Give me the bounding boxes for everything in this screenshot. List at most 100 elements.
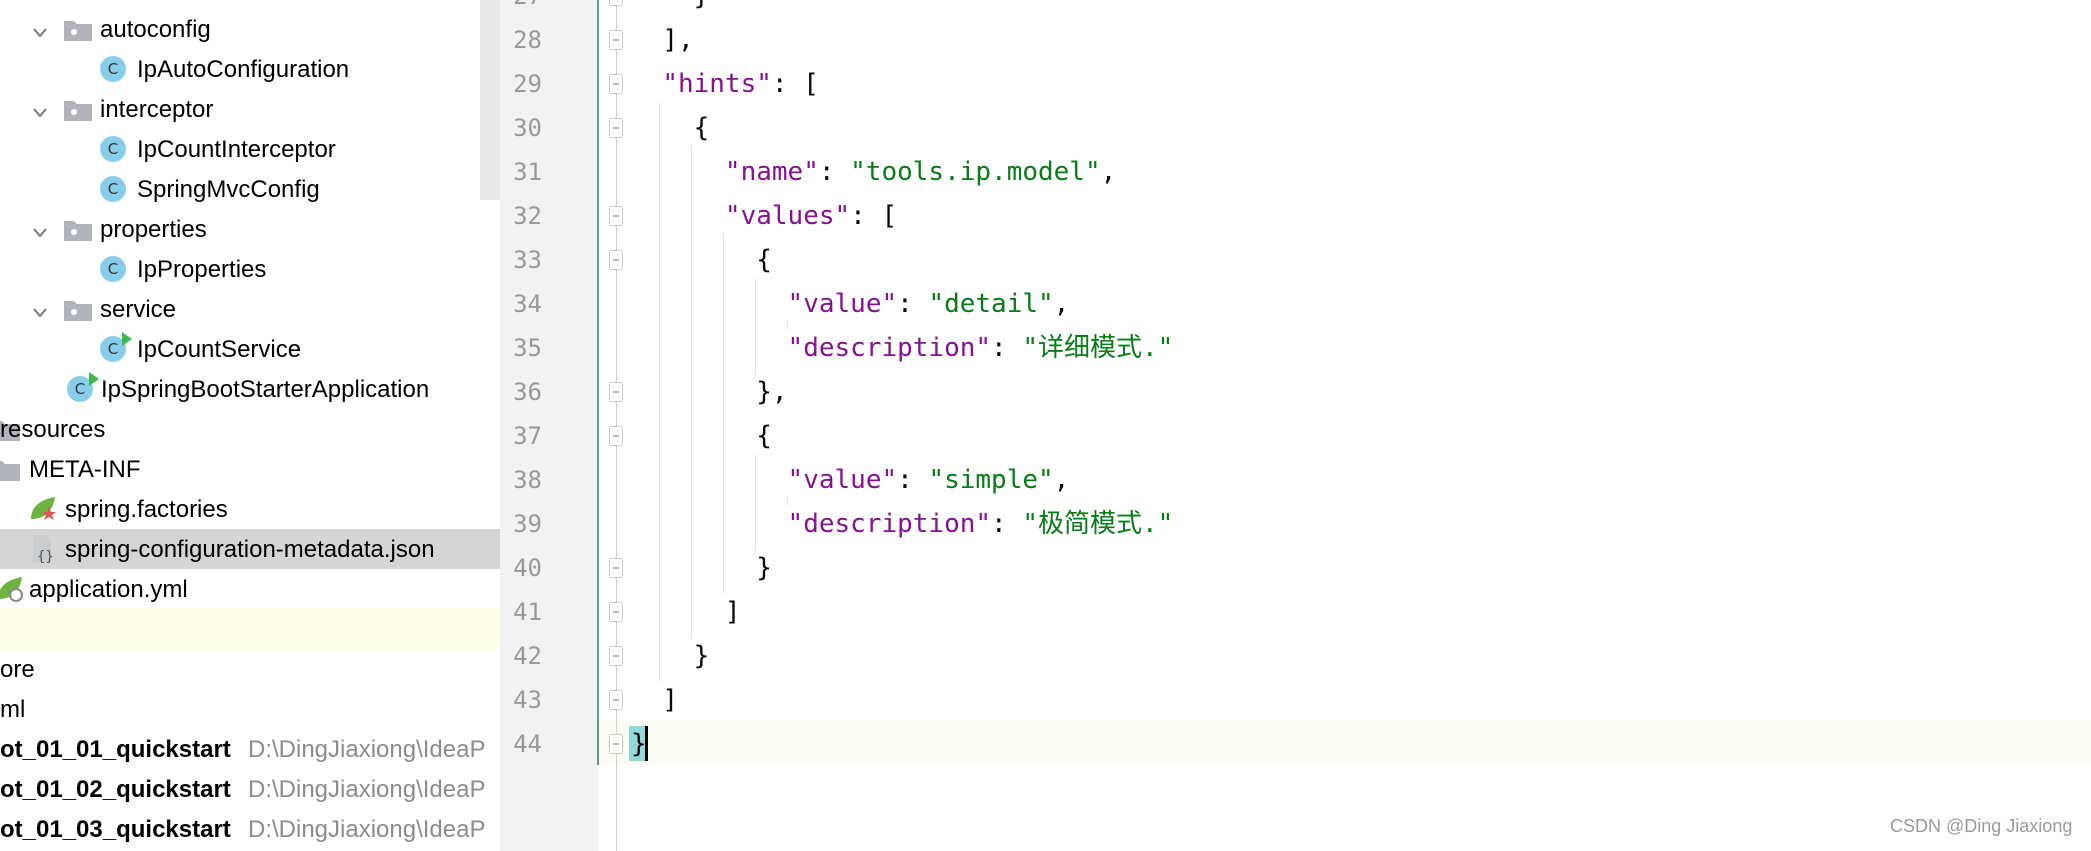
folder-icon xyxy=(64,299,92,321)
code-line[interactable]: } xyxy=(631,546,772,590)
spring-boot-class-icon: C xyxy=(67,372,99,402)
project-path: D:\DingJiaxiong\IdeaP xyxy=(248,736,486,763)
tree-item[interactable]: resources xyxy=(0,409,500,449)
tree-item-label: SpringMvcConfig xyxy=(137,176,320,203)
tree-item-label: interceptor xyxy=(100,96,214,123)
tree-item[interactable]: C IpProperties xyxy=(0,249,500,289)
code-line[interactable]: "value": "simple", xyxy=(631,458,1070,502)
project-item[interactable]: ot_01_02_quickstart D:\DingJiaxiong\IdeaP xyxy=(0,769,500,809)
tree-item[interactable]: autoconfig xyxy=(0,9,500,49)
tree-item[interactable]: ore xyxy=(0,649,500,689)
sidebar-scrollbar[interactable] xyxy=(480,0,500,200)
project-path: D:\DingJiaxiong\IdeaP xyxy=(248,776,486,803)
code-line[interactable]: "value": "detail", xyxy=(631,282,1070,326)
watermark: CSDN @Ding Jiaxiong xyxy=(1890,816,2073,836)
chevron-down-icon[interactable] xyxy=(32,298,47,318)
fold-marker-icon[interactable] xyxy=(609,0,623,6)
project-item[interactable]: ot_01_01_quickstart D:\DingJiaxiong\IdeaP xyxy=(0,729,500,769)
indent-guide xyxy=(787,498,788,506)
json-key: "values" xyxy=(724,201,851,231)
tree-item[interactable]: C IpAutoConfiguration xyxy=(0,49,500,89)
line-number: 28 xyxy=(513,26,542,54)
punctuation: ], xyxy=(662,25,694,55)
project-item[interactable]: ot_01_03_quickstart D:\DingJiaxiong\IdeaP xyxy=(0,809,500,849)
indent-guide xyxy=(723,234,724,594)
indent-guide xyxy=(755,278,756,374)
json-string: "detail" xyxy=(928,289,1054,319)
tree-item[interactable]: interceptor xyxy=(0,89,500,129)
tree-item[interactable]: META-INF xyxy=(0,449,500,489)
json-file-icon: {} xyxy=(29,533,57,565)
line-number: 34 xyxy=(513,290,542,318)
project-name: ot_01_02_quickstart xyxy=(0,776,231,803)
fold-marker-icon[interactable] xyxy=(609,74,623,94)
code-line[interactable]: "description": "极简模式." xyxy=(631,502,1174,546)
code-line[interactable]: "hints": [ xyxy=(631,62,819,106)
chevron-down-icon[interactable] xyxy=(32,218,47,238)
tree-item[interactable]: C IpCountInterceptor xyxy=(0,129,500,169)
fold-marker-icon[interactable] xyxy=(609,558,623,578)
fold-marker-icon[interactable] xyxy=(609,206,623,226)
code-line[interactable]: ] xyxy=(631,590,741,634)
line-number: 30 xyxy=(513,114,542,142)
tree-item-label: ore xyxy=(0,656,35,683)
svg-text:{}: {} xyxy=(37,549,54,565)
fold-marker-icon[interactable] xyxy=(609,690,623,710)
fold-marker-icon[interactable] xyxy=(609,426,623,446)
code-line[interactable]: ] xyxy=(631,678,678,722)
punctuation: : [ xyxy=(771,69,819,99)
code-line[interactable]: { xyxy=(631,106,710,150)
code-line[interactable]: } xyxy=(631,634,710,678)
fold-marker-icon[interactable] xyxy=(609,646,623,666)
tree-item[interactable]: {} spring-configuration-metadata.json xyxy=(0,529,500,569)
tree-item[interactable] xyxy=(0,608,500,650)
punctuation: } xyxy=(693,641,710,671)
fold-marker-icon[interactable] xyxy=(609,734,623,754)
fold-marker-icon[interactable] xyxy=(609,382,623,402)
chevron-down-icon[interactable] xyxy=(32,18,47,38)
folder-icon xyxy=(64,99,92,121)
tree-item[interactable]: C SpringMvcConfig xyxy=(0,169,500,209)
tree-item-label: IpCountInterceptor xyxy=(137,136,336,163)
fold-marker-icon[interactable] xyxy=(609,118,623,138)
chevron-down-icon[interactable] xyxy=(32,98,47,118)
code-line[interactable]: "values": [ xyxy=(631,194,897,238)
json-string: "极简模式." xyxy=(1022,509,1174,539)
tree-item[interactable]: spring.factories xyxy=(0,489,500,529)
code-line[interactable]: "description": "详细模式." xyxy=(631,326,1174,370)
code-line[interactable]: { xyxy=(631,238,772,282)
fold-marker-icon[interactable] xyxy=(609,602,623,622)
code-line[interactable]: "name": "tools.ip.model", xyxy=(631,150,1116,194)
punctuation: , xyxy=(1053,289,1070,319)
code-line[interactable]: { xyxy=(631,414,772,458)
code-line[interactable]: ], xyxy=(631,18,694,62)
tree-item[interactable]: application.yml xyxy=(0,569,500,609)
code-line[interactable]: } xyxy=(631,0,710,18)
tree-item-label: application.yml xyxy=(29,576,188,603)
fold-marker-icon[interactable] xyxy=(609,30,623,50)
json-key: "value" xyxy=(787,289,898,319)
punctuation: : [ xyxy=(850,201,898,231)
project-name: ot_01_01_quickstart xyxy=(0,736,231,763)
tree-item[interactable]: C IpSpringBootStarterApplication xyxy=(0,369,500,409)
punctuation: } xyxy=(694,0,710,11)
fold-marker-icon[interactable] xyxy=(609,250,623,270)
tree-item[interactable]: ml xyxy=(0,689,500,729)
tree-item[interactable]: C IpCountService xyxy=(0,329,500,369)
code-line[interactable]: }, xyxy=(631,370,787,414)
class-icon: C xyxy=(100,56,126,82)
tree-item[interactable]: service xyxy=(0,289,500,329)
project-tree-panel: autoconfig C IpAutoConfiguration intercepto… xyxy=(0,0,501,851)
folder-icon xyxy=(0,459,20,481)
line-number: 37 xyxy=(513,422,542,450)
tree-item[interactable]: properties xyxy=(0,209,500,249)
line-number: 36 xyxy=(513,378,542,406)
json-key: "hints" xyxy=(662,69,772,99)
